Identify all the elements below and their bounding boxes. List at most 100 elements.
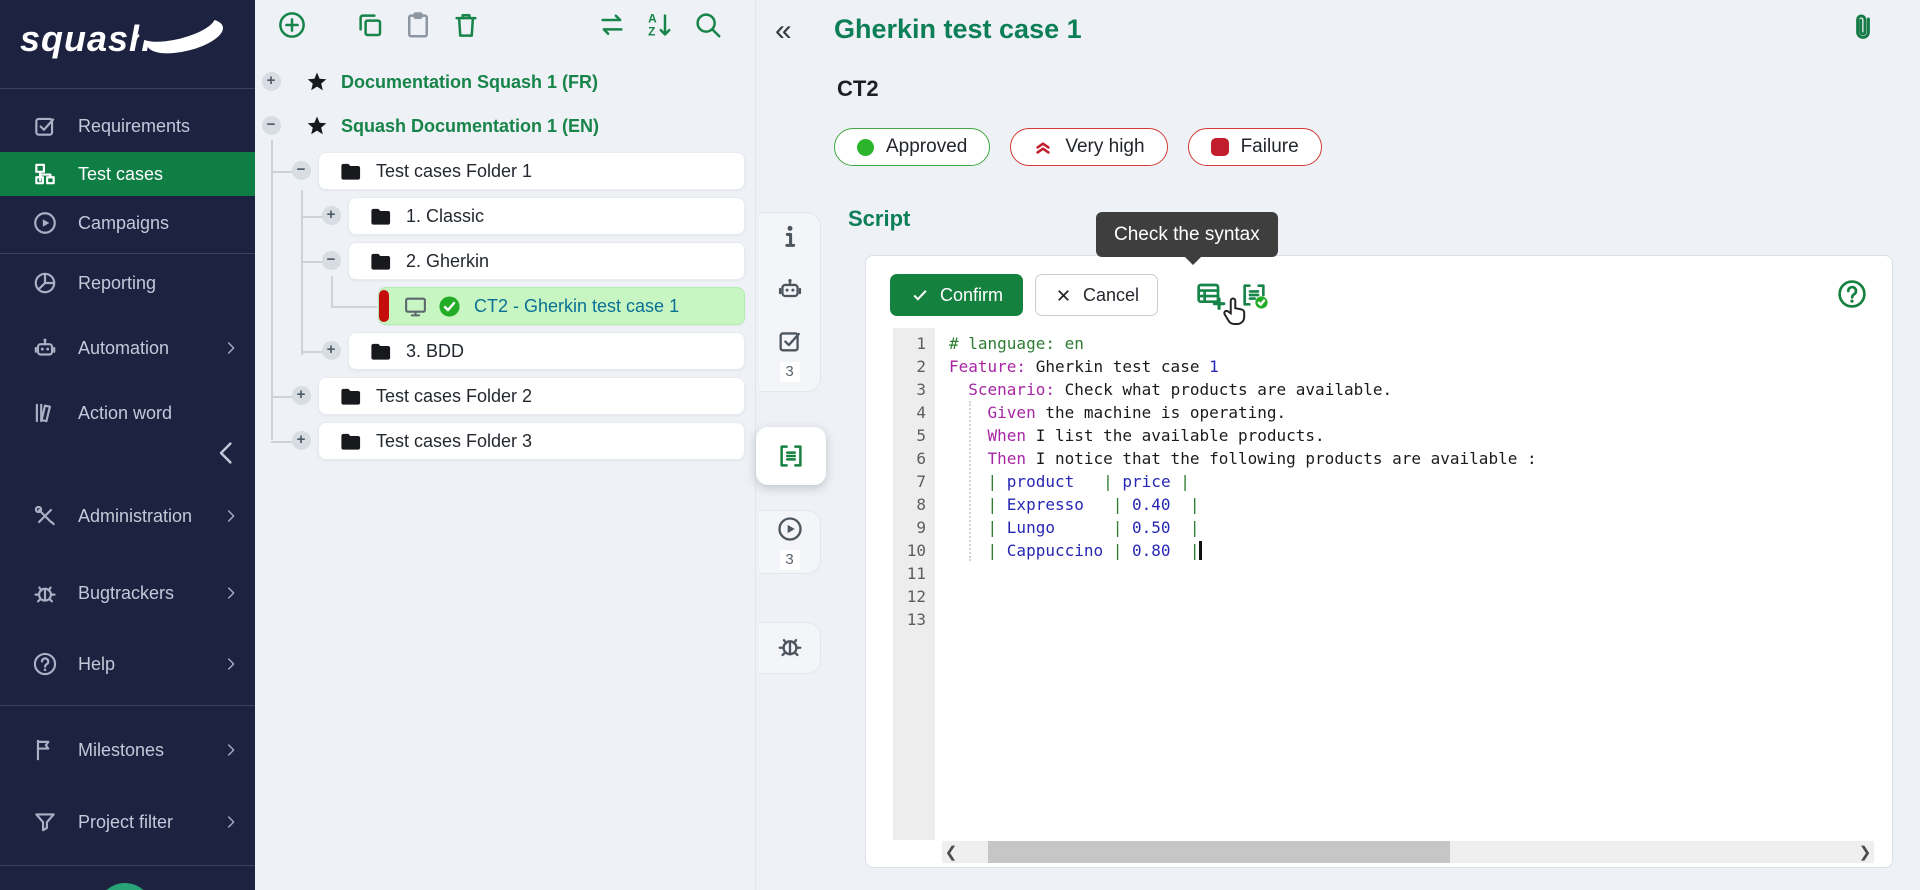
search-icon[interactable] xyxy=(693,10,723,40)
line-number: 6 xyxy=(893,447,926,470)
code-line: Then I notice that the following product… xyxy=(949,447,1878,470)
code-line xyxy=(949,562,1878,585)
tree-folder-3-bdd[interactable]: 3. BDD xyxy=(348,332,745,370)
sidebar-item-bugtrackers[interactable]: Bugtrackers xyxy=(0,571,255,615)
sidebar-item-help[interactable]: Help xyxy=(0,642,255,686)
star-icon xyxy=(305,70,329,94)
sidebar-item-label: Campaigns xyxy=(78,213,169,234)
divider xyxy=(0,705,255,706)
divider xyxy=(0,88,255,89)
tree-folder-2-gherkin[interactable]: 2. Gherkin xyxy=(348,242,745,280)
tab-script-active[interactable] xyxy=(756,427,826,485)
tab-issues[interactable] xyxy=(759,632,821,665)
gherkin-code-editor[interactable]: 12345678910111213 # language: enFeature:… xyxy=(893,328,1878,840)
code-line: | Lungo | 0.50 | xyxy=(949,516,1878,539)
tab-information[interactable] xyxy=(759,223,821,256)
check-syntax-icon[interactable] xyxy=(1238,279,1270,311)
executions-icon xyxy=(776,515,804,548)
sidebar-item-label: Bugtrackers xyxy=(78,583,174,604)
tree-folder-test-cases-folder-1[interactable]: Test cases Folder 1 xyxy=(318,152,745,190)
tab-automated-tests[interactable] xyxy=(759,275,821,308)
sidebar-item-campaigns[interactable]: Campaigns xyxy=(0,201,255,245)
sort-icon[interactable]: AZ xyxy=(645,10,675,40)
attachments-icon[interactable] xyxy=(1846,10,1880,56)
project-filter-icon xyxy=(32,809,58,835)
sidebar-item-requirements[interactable]: Requirements xyxy=(0,104,255,148)
code-line xyxy=(949,608,1878,631)
line-number: 1 xyxy=(893,332,926,355)
swap-icon[interactable] xyxy=(597,10,627,40)
collapse-tree-icon[interactable]: « xyxy=(775,14,792,48)
tab-verified-requirements[interactable]: 3 xyxy=(759,327,821,382)
divider xyxy=(0,253,255,254)
sidebar-item-automation[interactable]: Automation xyxy=(0,326,255,370)
line-number: 2 xyxy=(893,355,926,378)
code-line: | Expresso | 0.40 | xyxy=(949,493,1878,516)
badge-label: Approved xyxy=(886,136,967,158)
scrollbar-thumb[interactable] xyxy=(988,841,1450,863)
code-content[interactable]: # language: enFeature: Gherkin test case… xyxy=(935,328,1878,631)
sidebar-item-reporting[interactable]: Reporting xyxy=(0,261,255,305)
tab-count-badge: 3 xyxy=(780,550,800,570)
insert-table-icon[interactable] xyxy=(1194,279,1226,311)
squash-logo-swoosh-icon xyxy=(146,17,224,61)
anchor-tab-strip: 33 xyxy=(755,0,830,890)
tab-group: 3 xyxy=(759,212,821,392)
tree-connector xyxy=(271,140,273,440)
sidebar-item-test-cases[interactable]: Test cases xyxy=(0,152,255,196)
editor-toolbar: Confirm Cancel xyxy=(890,274,1270,316)
sidebar-item-administration[interactable]: Administration xyxy=(0,494,255,538)
sidebar-item-action-word[interactable]: Action word xyxy=(0,391,255,435)
monitor-icon xyxy=(403,294,428,319)
expand-toggle[interactable]: + xyxy=(262,72,281,91)
bugtrackers-icon xyxy=(32,580,58,606)
sidebar-item-label: Action word xyxy=(78,403,172,424)
copy-icon[interactable] xyxy=(355,10,385,40)
sidebar-collapse-icon[interactable] xyxy=(211,438,241,468)
tree-node-label: Test cases Folder 1 xyxy=(376,161,532,182)
collapse-toggle[interactable]: − xyxy=(292,161,311,180)
expand-toggle[interactable]: + xyxy=(292,386,311,405)
collapse-toggle[interactable]: − xyxy=(322,251,341,270)
squash-app: squash Requirements Test cases Campaigns Re… xyxy=(0,0,1920,890)
sidebar-item-label: Administration xyxy=(78,506,192,527)
expand-toggle[interactable]: + xyxy=(322,341,341,360)
line-number: 11 xyxy=(893,562,926,585)
collapse-toggle[interactable]: − xyxy=(262,116,281,135)
add-icon[interactable] xyxy=(277,10,307,40)
failure-square-icon xyxy=(1211,138,1229,156)
chevron-right-icon xyxy=(223,814,239,830)
tree-connector xyxy=(301,190,303,355)
confirm-button[interactable]: Confirm xyxy=(890,274,1023,316)
tree-folder-1-classic[interactable]: 1. Classic xyxy=(348,197,745,235)
code-line: Feature: Gherkin test case 1 xyxy=(949,355,1878,378)
tree-folder-test-cases-folder-3[interactable]: Test cases Folder 3 xyxy=(318,422,745,460)
tab-executions[interactable]: 3 xyxy=(759,515,821,570)
folder-icon xyxy=(369,205,392,228)
squash-logo[interactable]: squash xyxy=(20,10,224,68)
tree-project-squash-documentation-1-en[interactable]: Squash Documentation 1 (EN) xyxy=(291,107,599,145)
tree-project-documentation-squash-1-fr[interactable]: Documentation Squash 1 (FR) xyxy=(291,63,598,101)
tree-folder-test-cases-folder-2[interactable]: Test cases Folder 2 xyxy=(318,377,745,415)
expand-toggle[interactable]: + xyxy=(322,206,341,225)
sidebar-item-label: Test cases xyxy=(78,164,163,185)
sidebar-item-project-filter[interactable]: Project filter xyxy=(0,800,255,844)
badge-failure: Failure xyxy=(1188,128,1322,166)
delete-icon[interactable] xyxy=(451,10,481,40)
folder-icon xyxy=(339,385,362,408)
tree-node-label: 3. BDD xyxy=(406,341,464,362)
line-number: 7 xyxy=(893,470,926,493)
scroll-right-icon[interactable]: ❯ xyxy=(1856,843,1874,861)
tree-testcase-ct2-gherkin-test-case-1[interactable]: CT2 - Gherkin test case 1 xyxy=(378,287,745,325)
scroll-left-icon[interactable]: ❮ xyxy=(942,843,960,861)
expand-toggle[interactable]: + xyxy=(292,431,311,450)
user-avatar[interactable] xyxy=(97,883,153,890)
script-section-heading: Script xyxy=(848,206,910,232)
sidebar-item-milestones[interactable]: Milestones xyxy=(0,728,255,772)
close-icon xyxy=(1054,286,1073,305)
line-number: 5 xyxy=(893,424,926,447)
cancel-button[interactable]: Cancel xyxy=(1035,274,1158,316)
help-icon[interactable] xyxy=(1836,278,1868,310)
paste-icon[interactable] xyxy=(403,10,433,40)
horizontal-scrollbar[interactable]: ❮ ❯ xyxy=(942,841,1874,863)
